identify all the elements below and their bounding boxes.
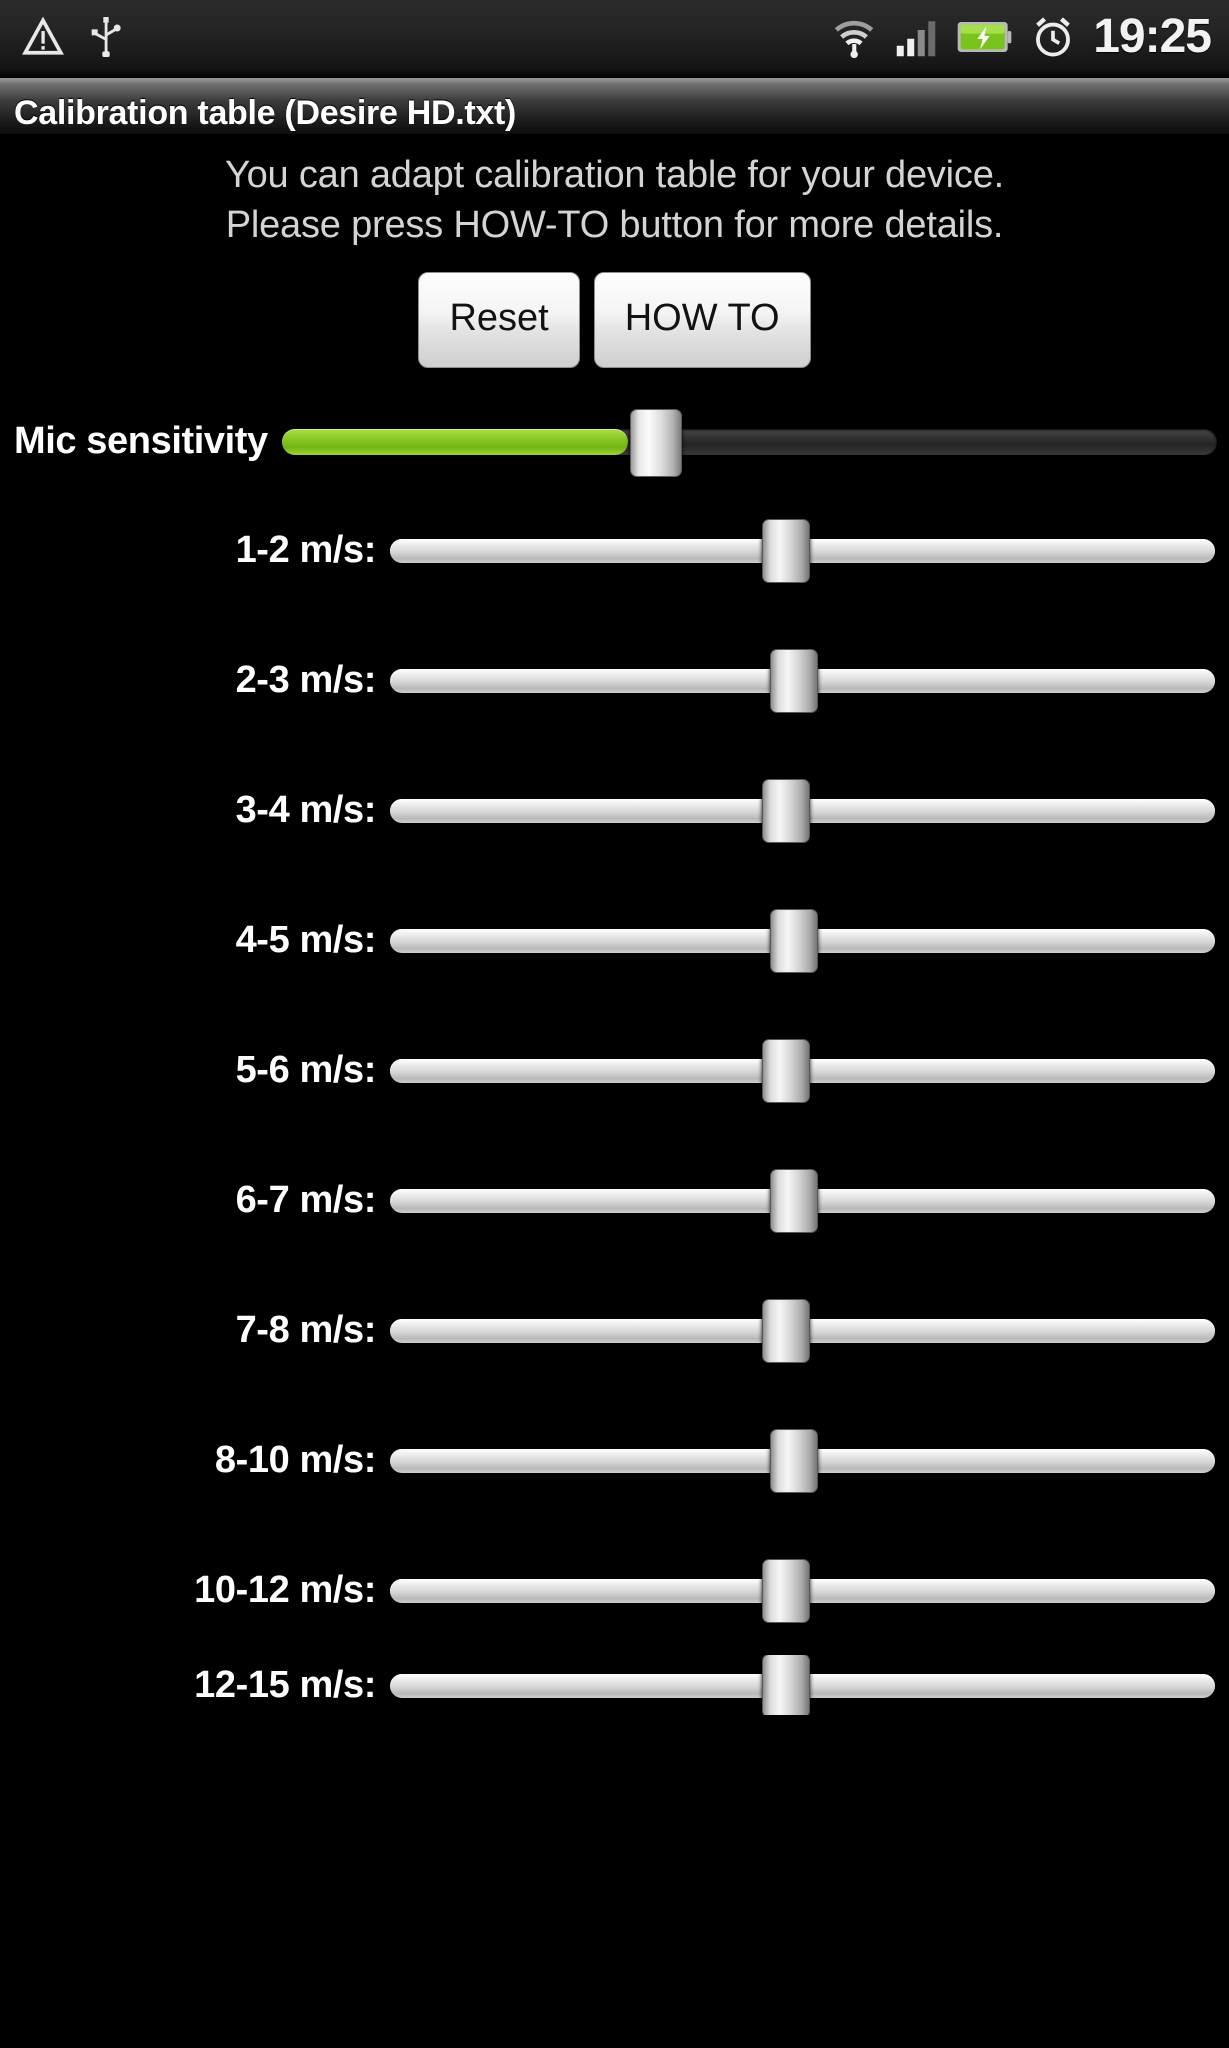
status-bar-clock: 19:25 xyxy=(1093,10,1212,63)
calibration-slider-row: 10-12 m/s: xyxy=(0,1525,1229,1655)
status-bar-right-icons: 19:25 xyxy=(831,10,1212,65)
calibration-slider-label: 4-5 m/s: xyxy=(235,918,377,961)
content-area: You can adapt calibration table for your… xyxy=(0,136,1229,1716)
mic-sensitivity-slider[interactable] xyxy=(281,408,1217,477)
status-bar-left-icons xyxy=(22,15,126,64)
calibration-slider-list: 1-2 m/s: 2-3 m/s: 3-4 m/s: 4-5 m/s: 5-6 m/s:… xyxy=(0,485,1229,1716)
calibration-slider-row: 1-2 m/s: xyxy=(0,485,1229,615)
calibration-slider-row: 3-4 m/s: xyxy=(0,745,1229,875)
calibration-slider-row: 8-10 m/s: xyxy=(0,1395,1229,1525)
warning-triangle-icon xyxy=(22,16,64,63)
wifi-icon xyxy=(831,15,877,64)
reset-button[interactable]: Reset xyxy=(418,272,580,369)
battery-charging-icon xyxy=(955,17,1013,62)
calibration-slider-thumb[interactable] xyxy=(770,1169,819,1234)
calibration-slider-thumb[interactable] xyxy=(770,1429,819,1494)
android-screen: 19:25 Calibration table (Desire HD.txt) … xyxy=(0,0,1229,2048)
calibration-slider[interactable] xyxy=(390,1169,1215,1234)
calibration-slider[interactable] xyxy=(390,1655,1215,1716)
calibration-slider-thumb[interactable] xyxy=(762,1559,810,1624)
calibration-slider-label: 5-6 m/s: xyxy=(235,1048,377,1091)
mic-slider-thumb[interactable] xyxy=(629,408,682,477)
calibration-slider-thumb[interactable] xyxy=(762,1299,810,1364)
page-title: Calibration table (Desire HD.txt) xyxy=(14,94,517,132)
calibration-slider[interactable] xyxy=(390,649,1215,714)
alarm-clock-icon xyxy=(1031,15,1075,64)
mic-slider-fill xyxy=(281,428,628,455)
description-line-1: You can adapt calibration table for your… xyxy=(224,154,1005,196)
calibration-slider-thumb[interactable] xyxy=(770,649,819,714)
calibration-slider[interactable] xyxy=(390,779,1215,844)
calibration-slider-row: 12-15 m/s: xyxy=(0,1655,1229,1716)
calibration-slider-label: 3-4 m/s: xyxy=(235,788,377,831)
calibration-slider-thumb[interactable] xyxy=(770,909,819,974)
calibration-slider-label: 12-15 m/s: xyxy=(194,1663,376,1706)
calibration-slider-thumb[interactable] xyxy=(762,519,810,584)
calibration-slider-label: 6-7 m/s: xyxy=(235,1178,377,1221)
how-to-button[interactable]: HOW TO xyxy=(593,272,811,369)
calibration-slider[interactable] xyxy=(390,1559,1215,1624)
calibration-slider[interactable] xyxy=(390,1039,1215,1104)
title-bar: Calibration table (Desire HD.txt) xyxy=(0,78,1229,136)
calibration-slider[interactable] xyxy=(390,909,1215,974)
calibration-slider[interactable] xyxy=(390,1429,1215,1494)
calibration-slider-row: 5-6 m/s: xyxy=(0,1005,1229,1135)
description-line-2: Please press HOW-TO button for more deta… xyxy=(225,204,1004,247)
calibration-slider-row: 4-5 m/s: xyxy=(0,875,1229,1005)
mic-sensitivity-label: Mic sensitivity xyxy=(14,420,268,463)
calibration-slider-row: 7-8 m/s: xyxy=(0,1265,1229,1395)
mic-sensitivity-row: Mic sensitivity xyxy=(0,408,1229,477)
calibration-slider[interactable] xyxy=(390,519,1215,584)
usb-icon xyxy=(86,15,126,64)
calibration-slider-thumb[interactable] xyxy=(762,1039,810,1104)
calibration-slider-label: 7-8 m/s: xyxy=(235,1308,377,1351)
calibration-slider-label: 8-10 m/s: xyxy=(214,1438,377,1481)
calibration-slider-thumb[interactable] xyxy=(762,779,810,844)
calibration-slider-row: 2-3 m/s: xyxy=(0,615,1229,745)
calibration-slider-thumb[interactable] xyxy=(762,1655,810,1716)
calibration-slider-label: 1-2 m/s: xyxy=(235,528,377,571)
status-bar: 19:25 xyxy=(0,0,1229,78)
calibration-slider-label: 2-3 m/s: xyxy=(235,658,377,701)
action-button-row: Reset HOW TO xyxy=(0,272,1229,369)
description-text: You can adapt calibration table for your… xyxy=(0,136,1229,250)
calibration-slider[interactable] xyxy=(390,1299,1215,1364)
calibration-slider-label: 10-12 m/s: xyxy=(194,1568,376,1611)
calibration-slider-row: 6-7 m/s: xyxy=(0,1135,1229,1265)
signal-bars-icon xyxy=(895,15,937,64)
